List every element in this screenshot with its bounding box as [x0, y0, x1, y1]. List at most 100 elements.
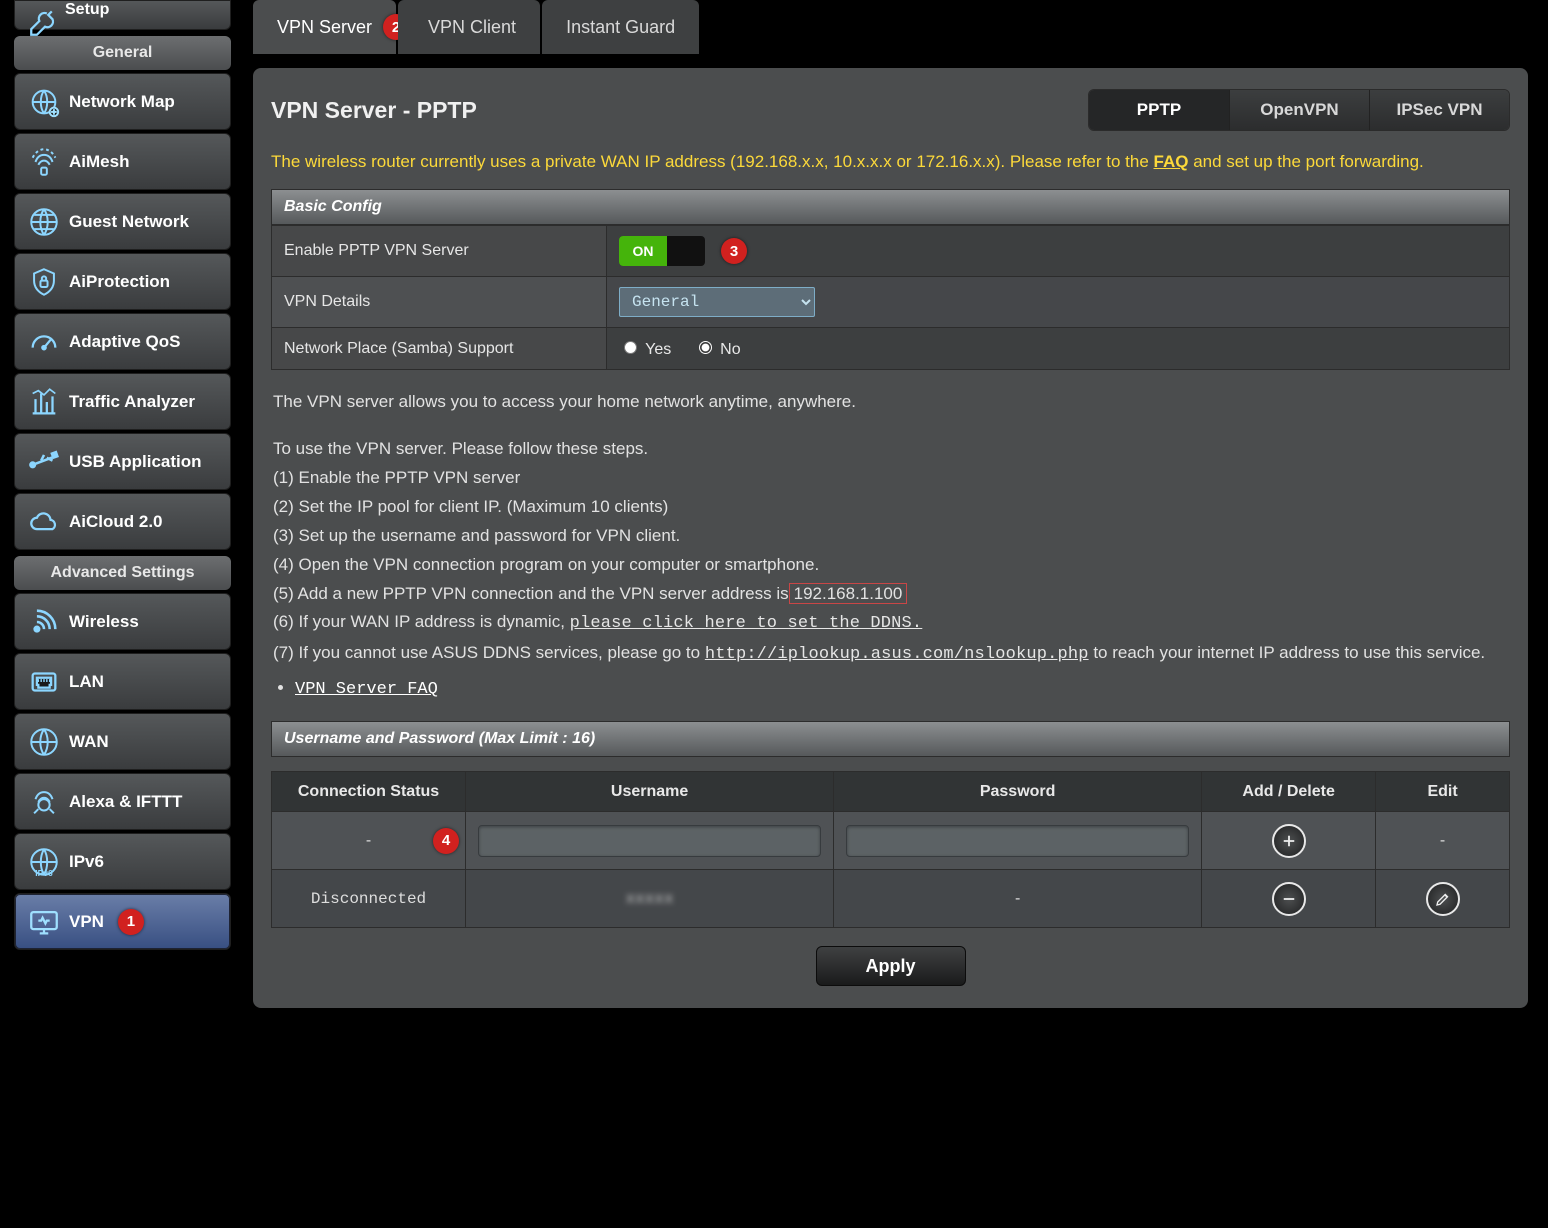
wrench-icon: [23, 1, 65, 43]
sidebar-item-label: AiMesh: [69, 152, 129, 172]
sidebar-item-aiprotection[interactable]: AiProtection: [14, 253, 231, 310]
tab-instant-guard[interactable]: Instant Guard: [542, 0, 699, 54]
username-input[interactable]: [478, 825, 821, 857]
gauge-icon: [23, 321, 65, 363]
table-row: Disconnected xxxxx -: [272, 870, 1510, 928]
info-steps-lead: To use the VPN server. Please follow the…: [273, 435, 1508, 464]
faq-link[interactable]: FAQ: [1154, 152, 1189, 171]
sidebar-item-vpn[interactable]: VPN 1: [14, 893, 231, 950]
password-input[interactable]: [846, 825, 1189, 857]
sidebar-item-label: Alexa & IFTTT: [69, 792, 182, 812]
sidebar-item-label: VPN: [69, 912, 104, 932]
cfg-samba-label: Network Place (Samba) Support: [272, 328, 607, 370]
sidebar-item-setup[interactable]: Setup: [14, 0, 231, 30]
apply-button[interactable]: Apply: [816, 946, 966, 986]
smart-hub-icon: [23, 781, 65, 823]
iplookup-link[interactable]: http://iplookup.asus.com/nslookup.php: [705, 645, 1089, 664]
sidebar-item-lan[interactable]: LAN: [14, 653, 231, 710]
sidebar-item-label: Traffic Analyzer: [69, 392, 195, 412]
row-edit-dash: -: [1376, 812, 1510, 870]
sidebar-item-usb-application[interactable]: USB Application: [14, 433, 231, 490]
sidebar-item-label: LAN: [69, 672, 104, 692]
sidebar-item-label: Wireless: [69, 612, 139, 632]
tab-vpn-server[interactable]: VPN Server 2: [253, 0, 396, 54]
info-intro: The VPN server allows you to access your…: [273, 388, 1508, 417]
cfg-details-label: VPN Details: [272, 277, 607, 328]
sidebar-item-label: Guest Network: [69, 212, 189, 232]
cloud-icon: [23, 501, 65, 543]
seg-pptp[interactable]: PPTP: [1089, 90, 1229, 130]
edit-button[interactable]: [1426, 882, 1460, 916]
enable-pptp-toggle[interactable]: ON: [619, 236, 705, 266]
usb-icon: [23, 441, 65, 483]
row-username-blurred: xxxxx: [626, 890, 674, 908]
tab-label: VPN Server: [277, 17, 372, 38]
seg-ipsec[interactable]: IPSec VPN: [1369, 90, 1509, 130]
basic-config-header: Basic Config: [271, 189, 1510, 225]
sidebar-item-wireless[interactable]: Wireless: [14, 593, 231, 650]
cfg-enable-label: Enable PPTP VPN Server: [272, 226, 607, 277]
sidebar-item-wan[interactable]: WAN: [14, 713, 231, 770]
samba-yes-radio[interactable]: Yes: [619, 341, 671, 358]
row-conn-status: -: [366, 832, 371, 849]
sidebar-item-label: AiProtection: [69, 272, 170, 292]
vpn-details-select[interactable]: General: [619, 287, 815, 317]
server-ip-highlight: 192.168.1.100: [789, 583, 908, 604]
tab-label: Instant Guard: [566, 17, 675, 38]
samba-no-radio[interactable]: No: [694, 341, 741, 358]
toggle-on-label: ON: [619, 236, 667, 266]
step-badge-1: 1: [118, 909, 144, 935]
shield-lock-icon: [23, 261, 65, 303]
lan-port-icon: [23, 661, 65, 703]
col-pass: Password: [834, 772, 1202, 812]
users-header: Username and Password (Max Limit : 16): [271, 721, 1510, 757]
sidebar-item-label: Setup: [65, 1, 109, 19]
globe-icon: [23, 721, 65, 763]
page-title: VPN Server - PPTP: [271, 97, 477, 124]
info-step-5: (5) Add a new PPTP VPN connection and th…: [273, 580, 1508, 609]
info-step-7: (7) If you cannot use ASUS DDNS services…: [273, 639, 1508, 670]
table-row: - 4 -: [272, 812, 1510, 870]
info-step-2: (2) Set the IP pool for client IP. (Maxi…: [273, 493, 1508, 522]
col-user: Username: [466, 772, 834, 812]
vpn-server-faq-link[interactable]: VPN Server FAQ: [295, 680, 438, 699]
sidebar-item-label: Adaptive QoS: [69, 332, 180, 352]
row-conn-status: Disconnected: [272, 870, 466, 928]
info-step-1: (1) Enable the PPTP VPN server: [273, 464, 1508, 493]
faq-warning: The wireless router currently uses a pri…: [271, 140, 1510, 189]
step-badge-4: 4: [433, 828, 459, 854]
row-password-dash: -: [834, 870, 1202, 928]
col-conn: Connection Status: [272, 772, 466, 812]
sidebar-item-alexa-ifttt[interactable]: Alexa & IFTTT: [14, 773, 231, 830]
col-add-delete: Add / Delete: [1202, 772, 1376, 812]
seg-openvpn[interactable]: OpenVPN: [1229, 90, 1369, 130]
tab-label: VPN Client: [428, 17, 516, 38]
globe-net-icon: [23, 201, 65, 243]
ddns-link[interactable]: please click here to set the DDNS.: [570, 614, 923, 633]
sidebar-item-label: USB Application: [69, 452, 202, 472]
protocol-segmented: PPTP OpenVPN IPSec VPN: [1088, 89, 1510, 131]
col-edit: Edit: [1376, 772, 1510, 812]
sidebar-item-traffic-analyzer[interactable]: Traffic Analyzer: [14, 373, 231, 430]
svg-text:IPv6: IPv6: [35, 868, 53, 878]
aimesh-icon: [23, 141, 65, 183]
info-step-4: (4) Open the VPN connection program on y…: [273, 551, 1508, 580]
add-button[interactable]: [1272, 824, 1306, 858]
sidebar-section-advanced: Advanced Settings: [14, 556, 231, 590]
sidebar-item-aicloud[interactable]: AiCloud 2.0: [14, 493, 231, 550]
sidebar-item-label: WAN: [69, 732, 109, 752]
sidebar-item-label: Network Map: [69, 92, 175, 112]
sidebar-item-label: AiCloud 2.0: [69, 512, 163, 532]
globe-settings-icon: [23, 81, 65, 123]
sidebar-item-guest-network[interactable]: Guest Network: [14, 193, 231, 250]
sidebar-item-aimesh[interactable]: AiMesh: [14, 133, 231, 190]
chart-bars-icon: [23, 381, 65, 423]
sidebar-item-adaptive-qos[interactable]: Adaptive QoS: [14, 313, 231, 370]
step-badge-3: 3: [721, 238, 747, 264]
delete-button[interactable]: [1272, 882, 1306, 916]
tab-vpn-client[interactable]: VPN Client: [398, 0, 540, 54]
sidebar-item-network-map[interactable]: Network Map: [14, 73, 231, 130]
sidebar-item-ipv6[interactable]: IPv6 IPv6: [14, 833, 231, 890]
vpn-monitor-icon: [23, 901, 65, 943]
wifi-icon: [23, 601, 65, 643]
